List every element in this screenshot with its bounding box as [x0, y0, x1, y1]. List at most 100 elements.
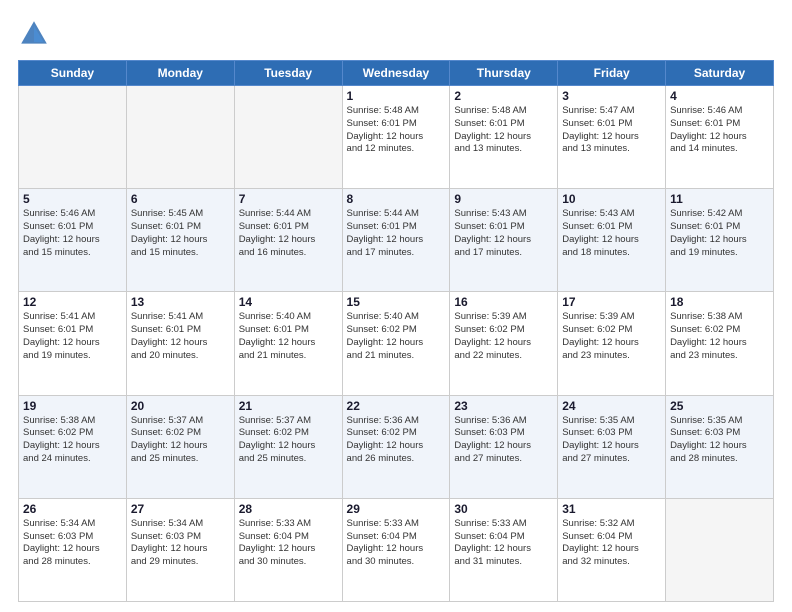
- day-number: 9: [454, 192, 553, 206]
- calendar-header-monday: Monday: [126, 61, 234, 86]
- calendar-day-cell: 2 Sunrise: 5:48 AM Sunset: 6:01 PM Daylig…: [450, 86, 558, 189]
- calendar-day-cell: 29 Sunrise: 5:33 AM Sunset: 6:04 PM Dayli…: [342, 498, 450, 601]
- calendar-header-tuesday: Tuesday: [234, 61, 342, 86]
- calendar-header-friday: Friday: [558, 61, 666, 86]
- calendar-day-cell: 22 Sunrise: 5:36 AM Sunset: 6:02 PM Dayli…: [342, 395, 450, 498]
- calendar-day-cell: 18 Sunrise: 5:38 AM Sunset: 6:02 PM Dayli…: [666, 292, 774, 395]
- calendar-week-row: 26 Sunrise: 5:34 AM Sunset: 6:03 PM Dayli…: [19, 498, 774, 601]
- day-number: 30: [454, 502, 553, 516]
- calendar-week-row: 12 Sunrise: 5:41 AM Sunset: 6:01 PM Dayli…: [19, 292, 774, 395]
- day-info: Sunrise: 5:43 AM Sunset: 6:01 PM Dayligh…: [562, 208, 661, 259]
- day-number: 20: [131, 399, 230, 413]
- calendar-day-cell: 24Sunrise: 5:35 AM Sunset: 6:03 PM Dayli…: [558, 395, 666, 498]
- day-info: Sunrise: 5:38 AM Sunset: 6:02 PM Dayligh…: [670, 311, 769, 362]
- day-number: 22: [347, 399, 446, 413]
- calendar-day-cell: 21Sunrise: 5:37 AM Sunset: 6:02 PM Dayli…: [234, 395, 342, 498]
- page: SundayMondayTuesdayWednesdayThursdayFrid…: [0, 0, 792, 612]
- day-number: 23: [454, 399, 553, 413]
- day-number: 1: [347, 89, 446, 103]
- calendar-day-cell: 30 Sunrise: 5:33 AM Sunset: 6:04 PM Dayli…: [450, 498, 558, 601]
- day-number: 7: [239, 192, 338, 206]
- day-info: Sunrise: 5:37 AM Sunset: 6:02 PM Dayligh…: [131, 415, 230, 466]
- day-number: 16: [454, 295, 553, 309]
- calendar-day-cell: 8 Sunrise: 5:44 AM Sunset: 6:01 PM Daylig…: [342, 189, 450, 292]
- day-info: Sunrise: 5:36 AM Sunset: 6:03 PM Dayligh…: [454, 415, 553, 466]
- day-number: 18: [670, 295, 769, 309]
- day-info: Sunrise: 5:42 AM Sunset: 6:01 PM Dayligh…: [670, 208, 769, 259]
- day-number: 12: [23, 295, 122, 309]
- day-number: 4: [670, 89, 769, 103]
- day-number: 27: [131, 502, 230, 516]
- day-number: 14: [239, 295, 338, 309]
- calendar-day-cell: 5 Sunrise: 5:46 AM Sunset: 6:01 PM Daylig…: [19, 189, 127, 292]
- day-number: 2: [454, 89, 553, 103]
- calendar-day-cell: 23 Sunrise: 5:36 AM Sunset: 6:03 PM Dayli…: [450, 395, 558, 498]
- day-number: 3: [562, 89, 661, 103]
- calendar-day-cell: 16 Sunrise: 5:39 AM Sunset: 6:02 PM Dayli…: [450, 292, 558, 395]
- day-number: 24: [562, 399, 661, 413]
- day-info: Sunrise: 5:43 AM Sunset: 6:01 PM Dayligh…: [454, 208, 553, 259]
- header: [18, 18, 774, 50]
- calendar-header-saturday: Saturday: [666, 61, 774, 86]
- day-number: 28: [239, 502, 338, 516]
- day-info: Sunrise: 5:47 AM Sunset: 6:01 PM Dayligh…: [562, 105, 661, 156]
- day-info: Sunrise: 5:41 AM Sunset: 6:01 PM Dayligh…: [131, 311, 230, 362]
- calendar-header-wednesday: Wednesday: [342, 61, 450, 86]
- calendar-day-cell: 12 Sunrise: 5:41 AM Sunset: 6:01 PM Dayli…: [19, 292, 127, 395]
- day-number: 6: [131, 192, 230, 206]
- day-info: Sunrise: 5:44 AM Sunset: 6:01 PM Dayligh…: [347, 208, 446, 259]
- calendar-day-cell: 19 Sunrise: 5:38 AM Sunset: 6:02 PM Dayli…: [19, 395, 127, 498]
- calendar-day-cell: 15Sunrise: 5:40 AM Sunset: 6:02 PM Dayli…: [342, 292, 450, 395]
- calendar-header-thursday: Thursday: [450, 61, 558, 86]
- calendar-day-cell: 10 Sunrise: 5:43 AM Sunset: 6:01 PM Dayli…: [558, 189, 666, 292]
- day-info: Sunrise: 5:34 AM Sunset: 6:03 PM Dayligh…: [23, 518, 122, 569]
- calendar-day-cell: 17 Sunrise: 5:39 AM Sunset: 6:02 PM Dayli…: [558, 292, 666, 395]
- day-number: 5: [23, 192, 122, 206]
- day-info: Sunrise: 5:44 AM Sunset: 6:01 PM Dayligh…: [239, 208, 338, 259]
- calendar-day-cell: [666, 498, 774, 601]
- calendar-day-cell: 26 Sunrise: 5:34 AM Sunset: 6:03 PM Dayli…: [19, 498, 127, 601]
- calendar-header-sunday: Sunday: [19, 61, 127, 86]
- day-info: Sunrise: 5:46 AM Sunset: 6:01 PM Dayligh…: [670, 105, 769, 156]
- day-number: 29: [347, 502, 446, 516]
- calendar-day-cell: 6 Sunrise: 5:45 AM Sunset: 6:01 PM Daylig…: [126, 189, 234, 292]
- calendar-header-row: SundayMondayTuesdayWednesdayThursdayFrid…: [19, 61, 774, 86]
- day-info: Sunrise: 5:40 AM Sunset: 6:02 PM Dayligh…: [347, 311, 446, 362]
- day-number: 10: [562, 192, 661, 206]
- calendar-day-cell: 14 Sunrise: 5:40 AM Sunset: 6:01 PM Dayli…: [234, 292, 342, 395]
- day-number: 8: [347, 192, 446, 206]
- day-number: 11: [670, 192, 769, 206]
- day-number: 19: [23, 399, 122, 413]
- day-info: Sunrise: 5:40 AM Sunset: 6:01 PM Dayligh…: [239, 311, 338, 362]
- logo: [18, 18, 54, 50]
- day-number: 26: [23, 502, 122, 516]
- day-info: Sunrise: 5:39 AM Sunset: 6:02 PM Dayligh…: [454, 311, 553, 362]
- day-info: Sunrise: 5:46 AM Sunset: 6:01 PM Dayligh…: [23, 208, 122, 259]
- day-info: Sunrise: 5:34 AM Sunset: 6:03 PM Dayligh…: [131, 518, 230, 569]
- calendar-day-cell: 1 Sunrise: 5:48 AM Sunset: 6:01 PM Daylig…: [342, 86, 450, 189]
- day-info: Sunrise: 5:36 AM Sunset: 6:02 PM Dayligh…: [347, 415, 446, 466]
- calendar-day-cell: 20 Sunrise: 5:37 AM Sunset: 6:02 PM Dayli…: [126, 395, 234, 498]
- day-info: Sunrise: 5:38 AM Sunset: 6:02 PM Dayligh…: [23, 415, 122, 466]
- calendar-day-cell: 11 Sunrise: 5:42 AM Sunset: 6:01 PM Dayli…: [666, 189, 774, 292]
- day-info: Sunrise: 5:48 AM Sunset: 6:01 PM Dayligh…: [347, 105, 446, 156]
- day-info: Sunrise: 5:33 AM Sunset: 6:04 PM Dayligh…: [454, 518, 553, 569]
- day-info: Sunrise: 5:33 AM Sunset: 6:04 PM Dayligh…: [239, 518, 338, 569]
- day-info: Sunrise: 5:41 AM Sunset: 6:01 PM Dayligh…: [23, 311, 122, 362]
- day-number: 13: [131, 295, 230, 309]
- day-number: 17: [562, 295, 661, 309]
- day-info: Sunrise: 5:39 AM Sunset: 6:02 PM Dayligh…: [562, 311, 661, 362]
- calendar-day-cell: [19, 86, 127, 189]
- calendar-day-cell: 13 Sunrise: 5:41 AM Sunset: 6:01 PM Dayli…: [126, 292, 234, 395]
- calendar-day-cell: 27 Sunrise: 5:34 AM Sunset: 6:03 PM Dayli…: [126, 498, 234, 601]
- calendar-day-cell: 7 Sunrise: 5:44 AM Sunset: 6:01 PM Daylig…: [234, 189, 342, 292]
- day-info: Sunrise: 5:33 AM Sunset: 6:04 PM Dayligh…: [347, 518, 446, 569]
- day-info: Sunrise: 5:45 AM Sunset: 6:01 PM Dayligh…: [131, 208, 230, 259]
- day-number: 21: [239, 399, 338, 413]
- calendar-day-cell: [126, 86, 234, 189]
- day-info: Sunrise: 5:48 AM Sunset: 6:01 PM Dayligh…: [454, 105, 553, 156]
- calendar-day-cell: 9 Sunrise: 5:43 AM Sunset: 6:01 PM Daylig…: [450, 189, 558, 292]
- calendar-day-cell: [234, 86, 342, 189]
- calendar-week-row: 19 Sunrise: 5:38 AM Sunset: 6:02 PM Dayli…: [19, 395, 774, 498]
- logo-icon: [18, 18, 50, 50]
